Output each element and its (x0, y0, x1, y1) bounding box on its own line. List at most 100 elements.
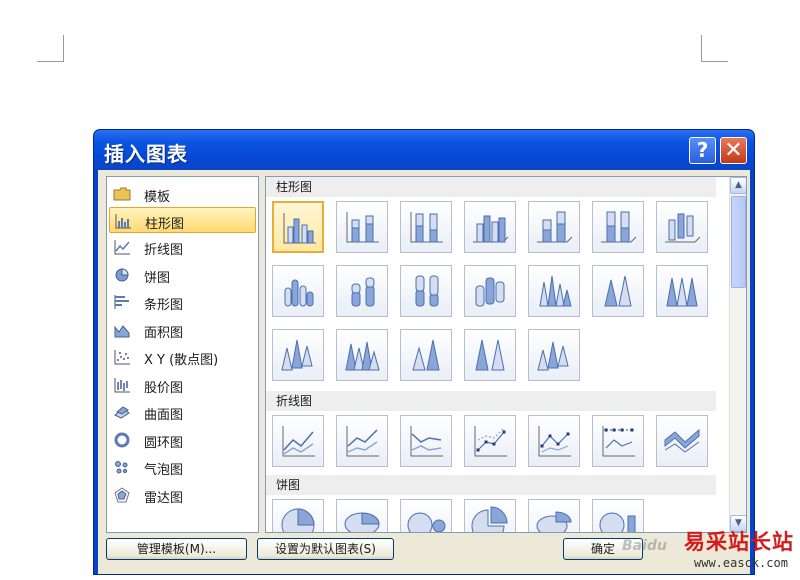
category-item-pie[interactable]: 饼图 (109, 262, 256, 288)
chart-category-list: 模板 柱形图 折线图 饼图 条形图 面积图 X Y (散点图) 股价图 曲面图 … (106, 176, 259, 533)
chart-thumb-100-stacked-cylinder[interactable] (400, 265, 452, 317)
line-markers-icon (474, 426, 507, 457)
chart-thumb-100-stacked-cone[interactable] (656, 265, 708, 317)
category-label: X Y (散点图) (144, 353, 219, 368)
set-default-chart-button[interactable]: 设置为默认图表(S) (257, 538, 394, 560)
bar-of-pie-icon (599, 512, 636, 532)
percent-cone-icon (666, 277, 698, 307)
category-label: 条形图 (144, 298, 184, 313)
chart-thumb-clustered-cylinder[interactable] (272, 265, 324, 317)
crop-mark-right (701, 35, 702, 61)
section-header-column: 柱形图 (266, 177, 716, 197)
chart-thumb-3d-clustered-column[interactable] (464, 201, 516, 253)
category-item-surface[interactable]: 曲面图 (109, 399, 256, 425)
clustered-column-icon (283, 213, 316, 244)
watermark-brand: 易采站长站 (684, 529, 794, 554)
chart-thumb-3d-column[interactable] (656, 201, 708, 253)
insert-chart-dialog: 插入图表 ? ✕ 模板 柱形图 折线图 饼图 条形图 面积图 X Y (散点图)… (93, 129, 755, 575)
chart-thumb-3d-pie[interactable] (336, 499, 388, 532)
category-label: 模板 (144, 190, 171, 205)
cone-chart-icon (539, 275, 572, 307)
category-item-column[interactable]: 柱形图 (109, 207, 256, 233)
percent-cylinder-icon (415, 275, 439, 307)
3d-pyramid-icon (537, 341, 569, 371)
surface-chart-icon (114, 406, 130, 419)
chart-thumb-3d-exploded-pie[interactable] (528, 499, 580, 532)
line-chart-icon (114, 240, 130, 255)
chart-thumb-pie[interactable] (272, 499, 324, 532)
category-label: 柱形图 (145, 217, 185, 232)
3d-exploded-pie-icon (536, 511, 572, 532)
chart-thumb-stacked-line[interactable] (336, 415, 388, 467)
help-button[interactable]: ? (689, 137, 716, 164)
3d-cylinder-icon (475, 277, 505, 307)
category-label: 股价图 (144, 381, 184, 396)
manage-templates-button[interactable]: 管理模板(M)... (106, 538, 247, 560)
category-item-template[interactable]: 模板 (109, 181, 256, 207)
chart-thumb-stacked-column[interactable] (336, 201, 388, 253)
category-item-bubble[interactable]: 气泡图 (109, 454, 256, 480)
section-header-pie: 饼图 (266, 475, 716, 495)
chart-thumb-bar-of-pie[interactable] (592, 499, 644, 532)
chart-thumb-clustered-cone[interactable] (528, 265, 580, 317)
chart-thumb-stacked-pyramid[interactable] (400, 329, 452, 381)
category-label: 饼图 (144, 271, 171, 286)
area-chart-icon (114, 325, 130, 338)
crop-mark-right (701, 61, 728, 62)
chart-thumb-100-stacked-column[interactable] (400, 201, 452, 253)
stacked-cone-icon (604, 275, 632, 307)
3d-cone-icon (281, 339, 313, 371)
scroll-up-button[interactable]: ▲ (730, 177, 746, 194)
stock-chart-icon (114, 378, 130, 393)
chart-thumb-100-stacked-line-markers[interactable] (592, 415, 644, 467)
exploded-pie-icon (471, 506, 508, 532)
category-item-doughnut[interactable]: 圆环图 (109, 427, 256, 453)
3d-stacked-column-icon (537, 211, 573, 243)
gallery-scrollbar[interactable]: ▲ ▼ (729, 177, 746, 532)
category-item-scatter[interactable]: X Y (散点图) (109, 344, 256, 370)
stacked-pyramid-icon (412, 339, 440, 371)
category-item-bar[interactable]: 条形图 (109, 289, 256, 315)
percent-line-markers-icon (602, 426, 635, 457)
scatter-chart-icon (114, 350, 130, 365)
chart-thumb-3d-line[interactable] (656, 415, 708, 467)
chart-thumb-100-stacked-line[interactable] (400, 415, 452, 467)
chart-thumb-line[interactable] (272, 415, 324, 467)
category-label: 折线图 (144, 243, 184, 258)
chart-thumb-3d-100-stacked-column[interactable] (592, 201, 644, 253)
title-bar[interactable]: 插入图表 ? ✕ (94, 130, 754, 170)
chart-thumb-3d-cylinder[interactable] (464, 265, 516, 317)
chart-thumb-3d-cone[interactable] (272, 329, 324, 381)
percent-line-icon (410, 426, 443, 457)
3d-column-icon (665, 213, 701, 243)
chart-thumb-clustered-pyramid[interactable] (336, 329, 388, 381)
category-item-stock[interactable]: 股价图 (109, 372, 256, 398)
chart-thumb-exploded-pie[interactable] (464, 499, 516, 532)
chart-thumb-stacked-cylinder[interactable] (336, 265, 388, 317)
chart-thumb-stacked-line-markers[interactable] (528, 415, 580, 467)
scroll-thumb[interactable] (731, 196, 746, 288)
3d-line-icon (664, 428, 700, 453)
close-button[interactable]: ✕ (720, 137, 747, 164)
chart-thumb-3d-stacked-column[interactable] (528, 201, 580, 253)
category-label: 气泡图 (144, 463, 184, 478)
category-item-area[interactable]: 面积图 (109, 317, 256, 343)
chart-thumb-pie-of-pie[interactable] (400, 499, 452, 532)
pyramid-chart-icon (345, 341, 380, 371)
watermark-url: www.easck.com (694, 556, 788, 570)
category-label: 面积图 (144, 326, 184, 341)
category-item-radar[interactable]: 雷达图 (109, 482, 256, 508)
pie-icon (281, 508, 315, 532)
cylinder-chart-icon (284, 279, 314, 307)
chart-thumb-line-markers[interactable] (464, 415, 516, 467)
chart-thumb-clustered-column[interactable] (272, 201, 324, 253)
chart-thumb-3d-pyramid[interactable] (528, 329, 580, 381)
stacked-line-icon (346, 426, 379, 457)
stacked-line-markers-icon (538, 426, 571, 457)
watermark-logo: Baidu (622, 538, 667, 554)
3d-percent-stacked-column-icon (601, 211, 637, 243)
chart-thumb-stacked-cone[interactable] (592, 265, 644, 317)
category-item-line[interactable]: 折线图 (109, 234, 256, 260)
category-label: 雷达图 (144, 491, 184, 506)
chart-thumb-100-stacked-pyramid[interactable] (464, 329, 516, 381)
